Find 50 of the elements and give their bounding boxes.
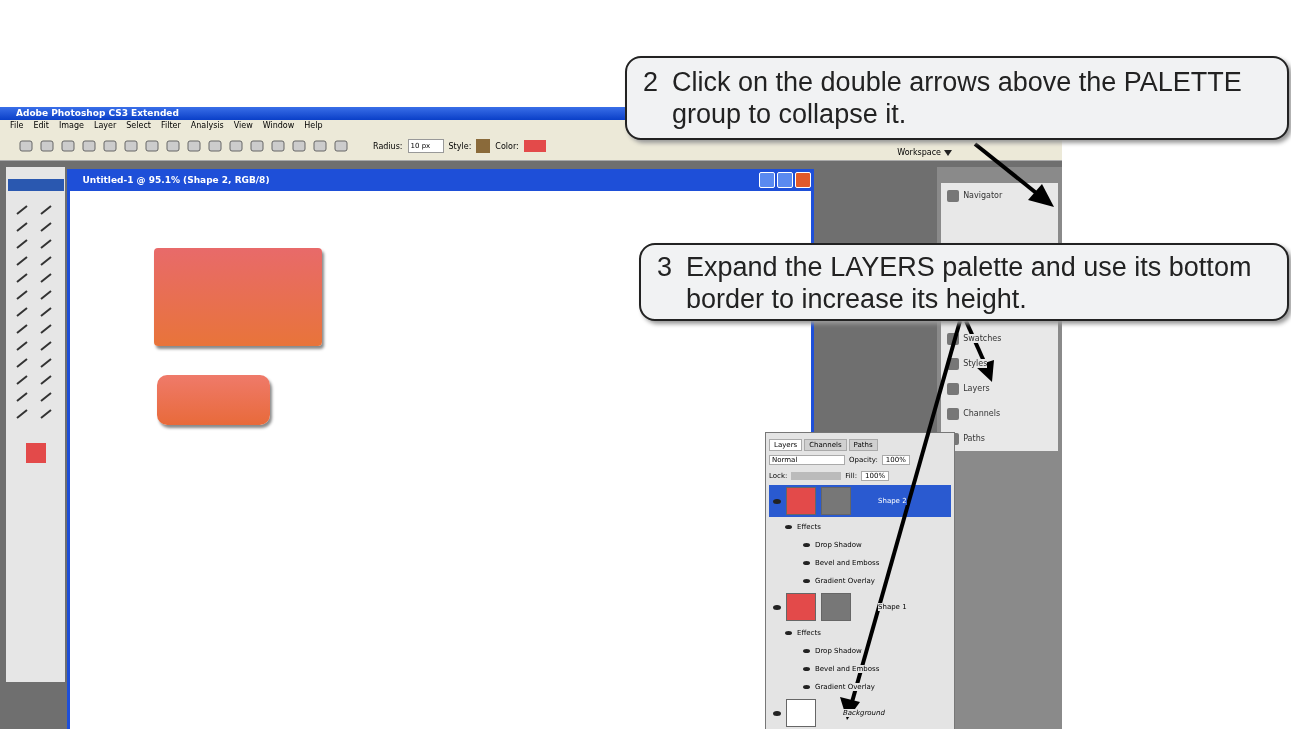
step-number: 2 [643,66,659,99]
menu-item[interactable]: Edit [33,120,49,132]
close-button[interactable] [795,172,812,188]
menu-item[interactable]: File [10,120,24,132]
mask-thumbnail [821,593,851,621]
eye-icon[interactable] [773,604,781,610]
palette-button[interactable]: Paths [963,434,985,443]
minimize-button[interactable] [759,172,776,188]
menu-item[interactable]: Image [58,120,84,132]
eye-icon[interactable] [803,649,810,653]
document-title: Untitled-1 @ 95.1% (Shape 2, RGB/8) [82,175,271,185]
maximize-button[interactable] [777,172,794,188]
eye-icon[interactable] [803,543,810,547]
palette-icon [947,189,960,202]
palette-icon [947,407,960,420]
mask-thumbnail [821,487,851,515]
eye-icon[interactable] [803,667,810,671]
style-label: Style: [448,141,472,151]
palette-icon [947,382,960,395]
menu-item[interactable]: Select [126,120,151,132]
eye-icon[interactable] [785,525,792,529]
layer-thumbnail [786,699,816,727]
window-title: Adobe Photoshop CS3 Extended [16,108,179,118]
palette-button[interactable]: Styles [963,359,988,368]
color-label: Color: [495,141,519,151]
palette-button[interactable]: Swatches [963,334,1002,343]
palette-button[interactable]: Channels [963,409,1001,418]
workspace-button[interactable]: Workspace [897,148,952,157]
menu-item[interactable]: Filter [160,120,181,132]
menu-item[interactable]: Analysis [190,120,224,132]
instruction-text: Click on the double arrows above the PALETTE group to collapse it. [672,66,1243,130]
eye-icon[interactable] [803,579,810,583]
menu-item[interactable]: Window [262,120,295,132]
palette-button[interactable]: Navigator [963,191,1003,200]
step-number: 3 [657,251,673,284]
color-swatch[interactable] [523,140,546,152]
menu-item[interactable]: Layer [93,120,117,132]
layer-thumbnail [786,487,816,515]
menu-item[interactable]: View [233,120,253,132]
radius-label: Radius: [373,141,403,151]
eye-icon[interactable] [803,561,810,565]
style-swatch[interactable] [476,139,491,153]
caret-icon [944,149,952,156]
eye-icon[interactable] [803,685,810,689]
foreground-color-swatch[interactable] [25,443,46,463]
menu-item[interactable]: Help [304,120,323,132]
layer-thumbnail [786,593,816,621]
eye-icon[interactable] [785,631,792,635]
eye-icon[interactable] [773,710,781,716]
palette-button[interactable]: Layers [963,384,990,393]
